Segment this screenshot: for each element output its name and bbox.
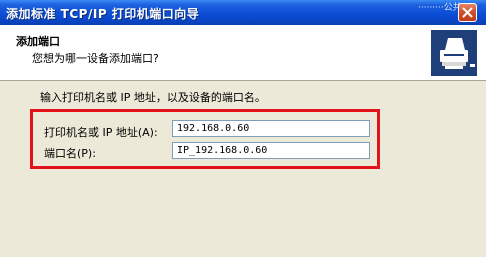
instruction-text: 输入打印机名或 IP 地址，以及设备的端口名。 bbox=[40, 91, 266, 104]
title-bar[interactable]: 添加标准 TCP/IP 打印机端口向导 ·········公共··· bbox=[0, 0, 486, 25]
close-button[interactable] bbox=[458, 3, 477, 22]
header-title: 添加端口 bbox=[16, 35, 60, 48]
ip-address-label: 打印机名或 IP 地址(A): bbox=[44, 126, 158, 139]
port-name-label: 端口名(P): bbox=[44, 147, 96, 160]
printer-icon bbox=[431, 30, 477, 76]
header-subtitle: 您想为哪一设备添加端口? bbox=[32, 52, 159, 65]
close-icon bbox=[462, 7, 473, 18]
wizard-body: 输入打印机名或 IP 地址，以及设备的端口名。 打印机名或 IP 地址(A): … bbox=[0, 81, 486, 257]
port-name-input[interactable]: IP_192.168.0.60 bbox=[172, 142, 370, 159]
wizard-header: 添加端口 您想为哪一设备添加端口? bbox=[0, 25, 486, 81]
window-title: 添加标准 TCP/IP 打印机端口向导 bbox=[6, 7, 200, 21]
wizard-window: 添加标准 TCP/IP 打印机端口向导 ·········公共··· 添加端口 … bbox=[0, 0, 486, 257]
ip-address-input[interactable]: 192.168.0.60 bbox=[172, 120, 370, 137]
